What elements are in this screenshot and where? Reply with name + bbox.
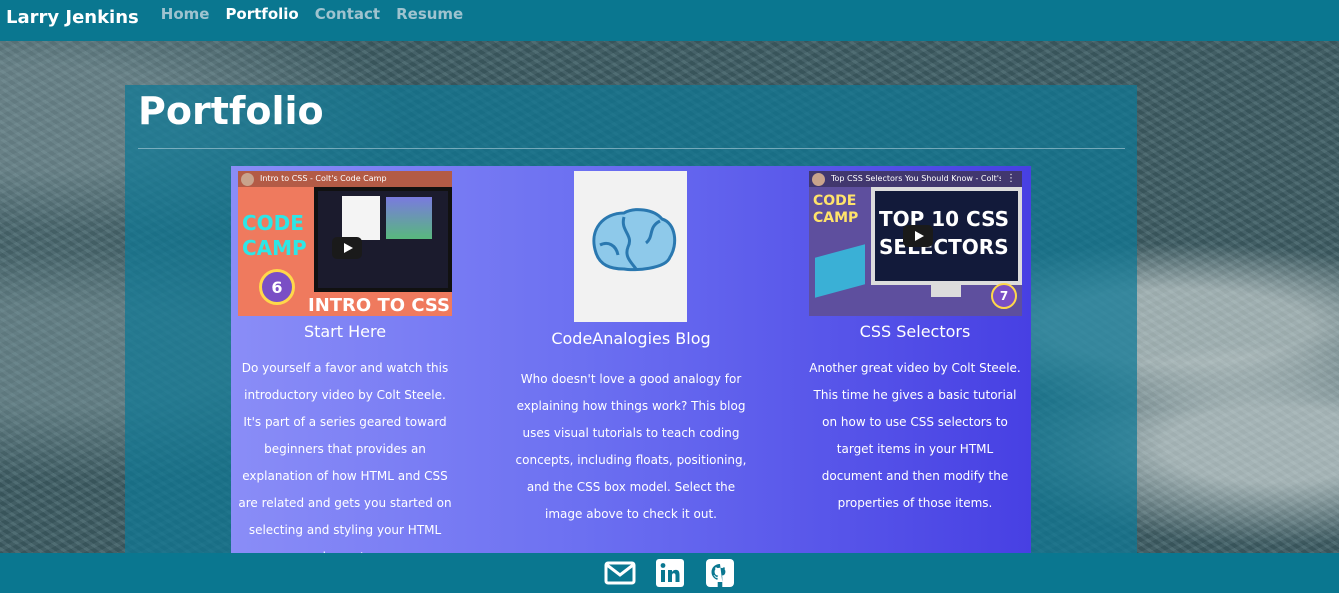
card-start-here: Start Here Do yourself a favor and watch… <box>215 322 475 571</box>
play-button[interactable] <box>332 237 362 259</box>
play-button[interactable] <box>903 225 933 247</box>
badge-camp: CAMP <box>242 236 307 260</box>
card-description: Another great video by Colt Steele. This… <box>809 361 1021 510</box>
codeanalogies-blog-thumbnail[interactable] <box>574 171 687 322</box>
navbar: Larry Jenkins Home Portfolio Contact Res… <box>0 0 1339 41</box>
envelope-icon[interactable] <box>604 558 636 588</box>
card-title: CSS Selectors <box>859 322 971 341</box>
portfolio-cards: Intro to CSS - Colt's Code Camp CODE CAM… <box>231 166 1031 564</box>
video-title: Intro to CSS - Colt's Code Camp <box>260 174 387 183</box>
episode-badge: 6 <box>259 269 295 305</box>
card-description: Do yourself a favor and watch this intro… <box>238 361 452 564</box>
card-css-selectors: CSS Selectors Another great video by Col… <box>785 322 1045 517</box>
kebab-menu-icon[interactable]: ⋮ <box>1006 173 1016 184</box>
video-title: Top CSS Selectors You Should Know - Colt… <box>831 174 1001 183</box>
nav-link-home[interactable]: Home <box>161 5 210 23</box>
card-codeanalogies: CodeAnalogies Blog Who doesn't love a go… <box>501 329 761 528</box>
channel-avatar <box>241 173 254 186</box>
footer <box>0 553 1339 593</box>
nav-link-resume[interactable]: Resume <box>396 5 463 23</box>
badge-camp: CAMP <box>813 210 859 226</box>
css-selectors-video-thumbnail[interactable]: Top CSS Selectors You Should Know - Colt… <box>809 171 1022 316</box>
channel-avatar <box>812 173 825 186</box>
github-icon[interactable] <box>704 558 736 588</box>
badge-code: CODE <box>813 193 857 209</box>
title-divider <box>138 148 1125 149</box>
nav-link-contact[interactable]: Contact <box>315 5 380 23</box>
badge-code: CODE <box>242 211 304 235</box>
headline-line-1: TOP 10 CSS <box>879 207 1010 231</box>
page-title: Portfolio <box>138 89 324 133</box>
brand-link[interactable]: Larry Jenkins <box>6 7 139 28</box>
thumbnail-caption: INTRO TO CSS <box>308 295 450 316</box>
nav-link-portfolio[interactable]: Portfolio <box>225 5 298 23</box>
headline-line-2: SELECTORS <box>879 235 1009 259</box>
episode-badge: 7 <box>991 283 1017 309</box>
card-title: CodeAnalogies Blog <box>551 329 711 348</box>
brain-logo-icon <box>592 208 677 272</box>
card-title: Start Here <box>303 322 387 341</box>
card-description: Who doesn't love a good analogy for expl… <box>515 372 747 521</box>
intro-css-video-thumbnail[interactable]: Intro to CSS - Colt's Code Camp CODE CAM… <box>238 171 452 316</box>
linkedin-icon[interactable] <box>654 558 686 588</box>
